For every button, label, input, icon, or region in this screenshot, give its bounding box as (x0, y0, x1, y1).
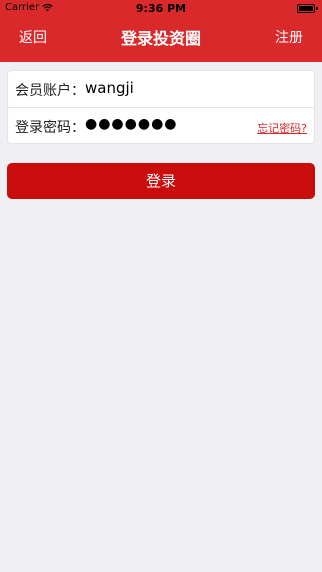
top-bar: Carrier 9:36 PM 返回 登录投资圈 注册 (0, 0, 322, 62)
battery-icon (297, 4, 318, 13)
page-title: 登录投资圈 (120, 29, 201, 48)
account-input[interactable]: wangji (85, 79, 134, 97)
status-bar: Carrier 9:36 PM (0, 0, 322, 18)
register-button[interactable]: 注册 (275, 27, 303, 47)
account-row[interactable]: 会员账户： wangji (8, 71, 314, 107)
navigation-bar: 返回 登录投资圈 注册 (0, 18, 322, 62)
login-form: 会员账户： wangji 登录密码： ●●●●●●● 忘记密码? (7, 70, 315, 144)
forgot-password-link[interactable]: 忘记密码? (257, 120, 307, 136)
password-label: 登录密码： (15, 120, 85, 136)
password-input[interactable]: ●●●●●●● (85, 116, 178, 132)
password-row[interactable]: 登录密码： ●●●●●●● 忘记密码? (8, 108, 314, 144)
account-label: 会员账户： (15, 83, 85, 99)
status-time: 9:36 PM (135, 2, 187, 15)
login-button[interactable]: 登录 (7, 163, 315, 199)
